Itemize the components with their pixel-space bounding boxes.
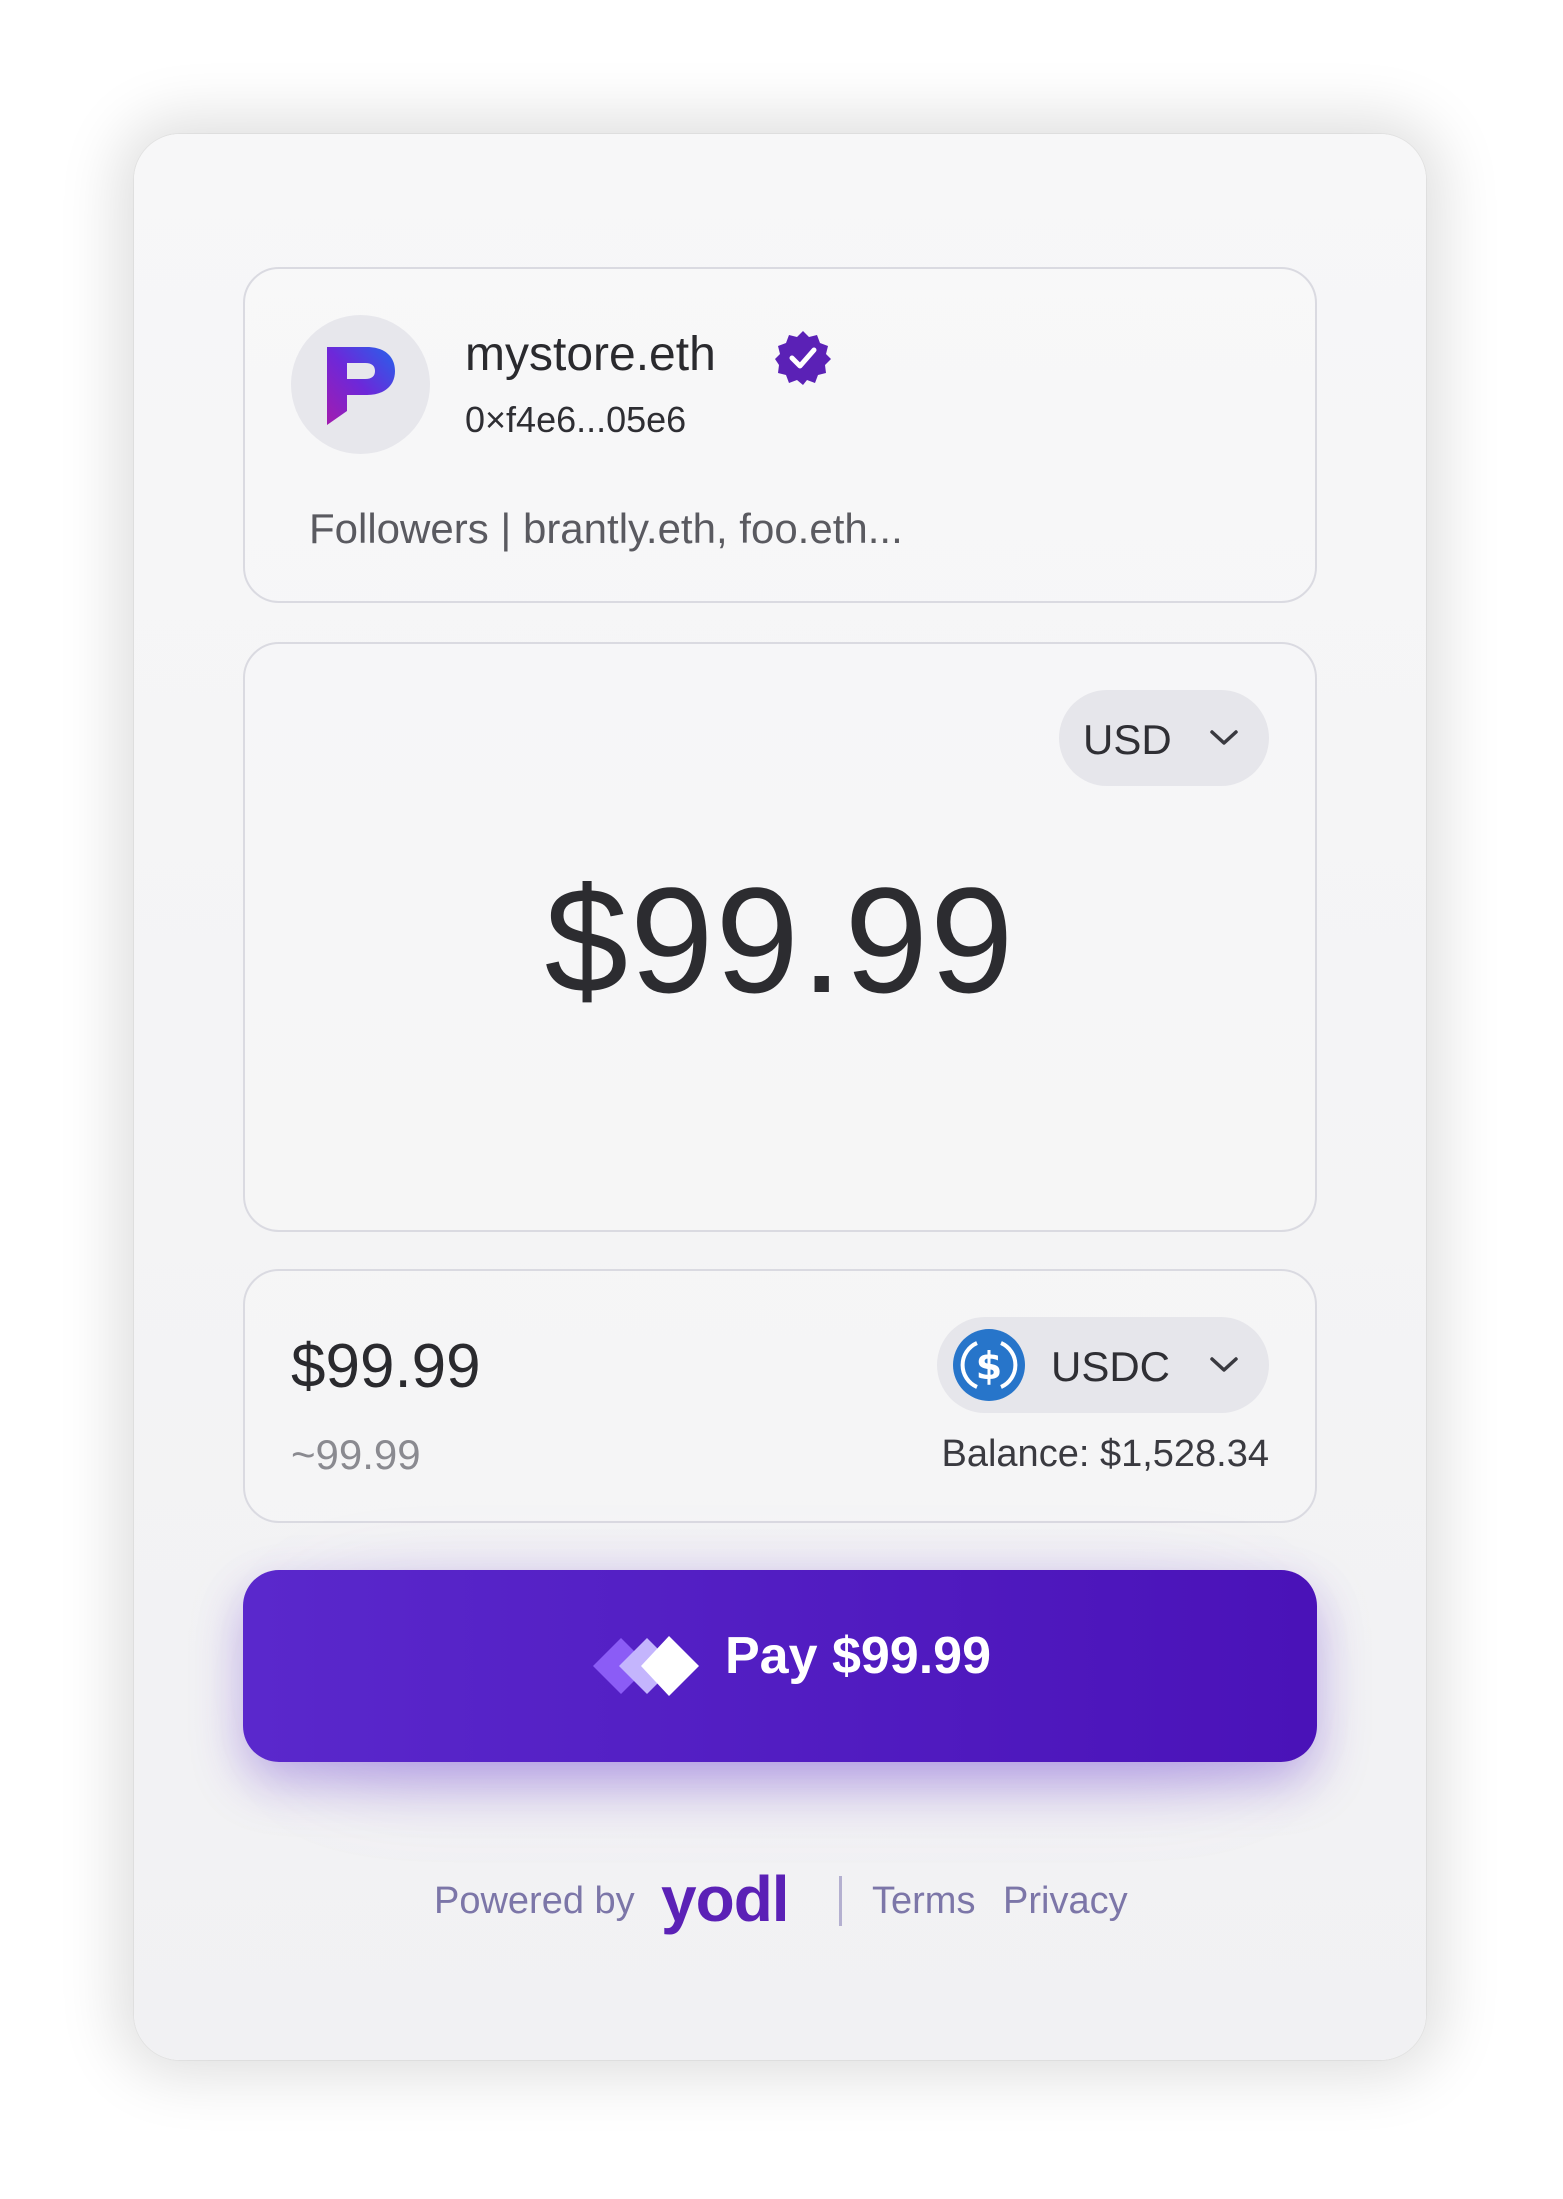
token-approx: ~99.99 xyxy=(291,1431,421,1478)
token-panel: $99.99 ~99.99 $ USDC Balance: $1,528.34 xyxy=(243,1269,1317,1523)
merchant-name: mystore.eth xyxy=(465,328,716,381)
terms-link[interactable]: Terms xyxy=(872,1880,975,1923)
chevron-down-icon xyxy=(1210,1357,1238,1372)
token-symbol: USDC xyxy=(1051,1343,1171,1390)
token-balance: Balance: $1,528.34 xyxy=(941,1433,1270,1475)
yodl-brand-logo[interactable]: yodl xyxy=(661,1862,790,1936)
merchant-avatar xyxy=(291,315,430,454)
verified-badge-icon xyxy=(775,329,831,390)
yodl-logo-icon xyxy=(593,1636,699,1696)
amount-display[interactable]: $99.99 xyxy=(245,854,1315,1027)
token-amount: $99.99 xyxy=(291,1332,481,1401)
currency-select[interactable]: USD xyxy=(1059,690,1269,786)
pay-button-label: Pay $99.99 xyxy=(725,1627,992,1685)
amount-panel: USD $99.99 xyxy=(243,642,1317,1232)
chevron-down-icon xyxy=(1210,730,1238,745)
merchant-panel: mystore.eth 0×f4e6...05e6 Followers | br… xyxy=(243,267,1317,603)
pay-button[interactable]: Pay $99.99 xyxy=(243,1570,1317,1762)
svg-text:$: $ xyxy=(976,1344,1002,1388)
usdc-icon: $ xyxy=(953,1329,1025,1401)
powered-by-label: Powered by xyxy=(434,1880,635,1922)
merchant-address[interactable]: 0×f4e6...05e6 xyxy=(465,399,686,441)
merchant-followers: Followers | brantly.eth, foo.eth... xyxy=(309,505,903,552)
currency-label: USD xyxy=(1083,716,1172,763)
token-select[interactable]: $ USDC xyxy=(937,1317,1269,1413)
p-logo-icon xyxy=(327,347,395,425)
privacy-link[interactable]: Privacy xyxy=(1003,1880,1128,1923)
footer: Powered by yodl Terms Privacy xyxy=(134,1860,1426,1940)
footer-divider xyxy=(839,1876,842,1926)
payment-card: mystore.eth 0×f4e6...05e6 Followers | br… xyxy=(134,134,1426,2060)
